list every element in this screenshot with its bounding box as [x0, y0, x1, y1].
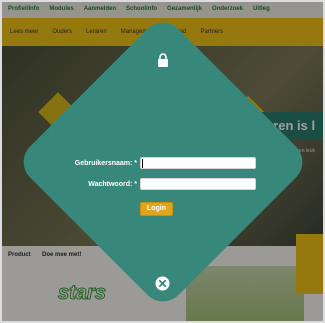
password-label: Wachtwoord: * — [88, 180, 137, 188]
password-row: Wachtwoord: * — [67, 178, 256, 190]
close-icon[interactable] — [155, 276, 170, 291]
text-cursor — [142, 159, 143, 168]
username-label: Gebruikersnaam: * — [74, 159, 137, 167]
username-input[interactable] — [140, 157, 256, 169]
username-row: Gebruikersnaam: * — [67, 157, 256, 169]
login-button[interactable]: Login — [140, 202, 173, 216]
lock-icon — [158, 53, 168, 67]
password-input[interactable] — [140, 178, 256, 190]
